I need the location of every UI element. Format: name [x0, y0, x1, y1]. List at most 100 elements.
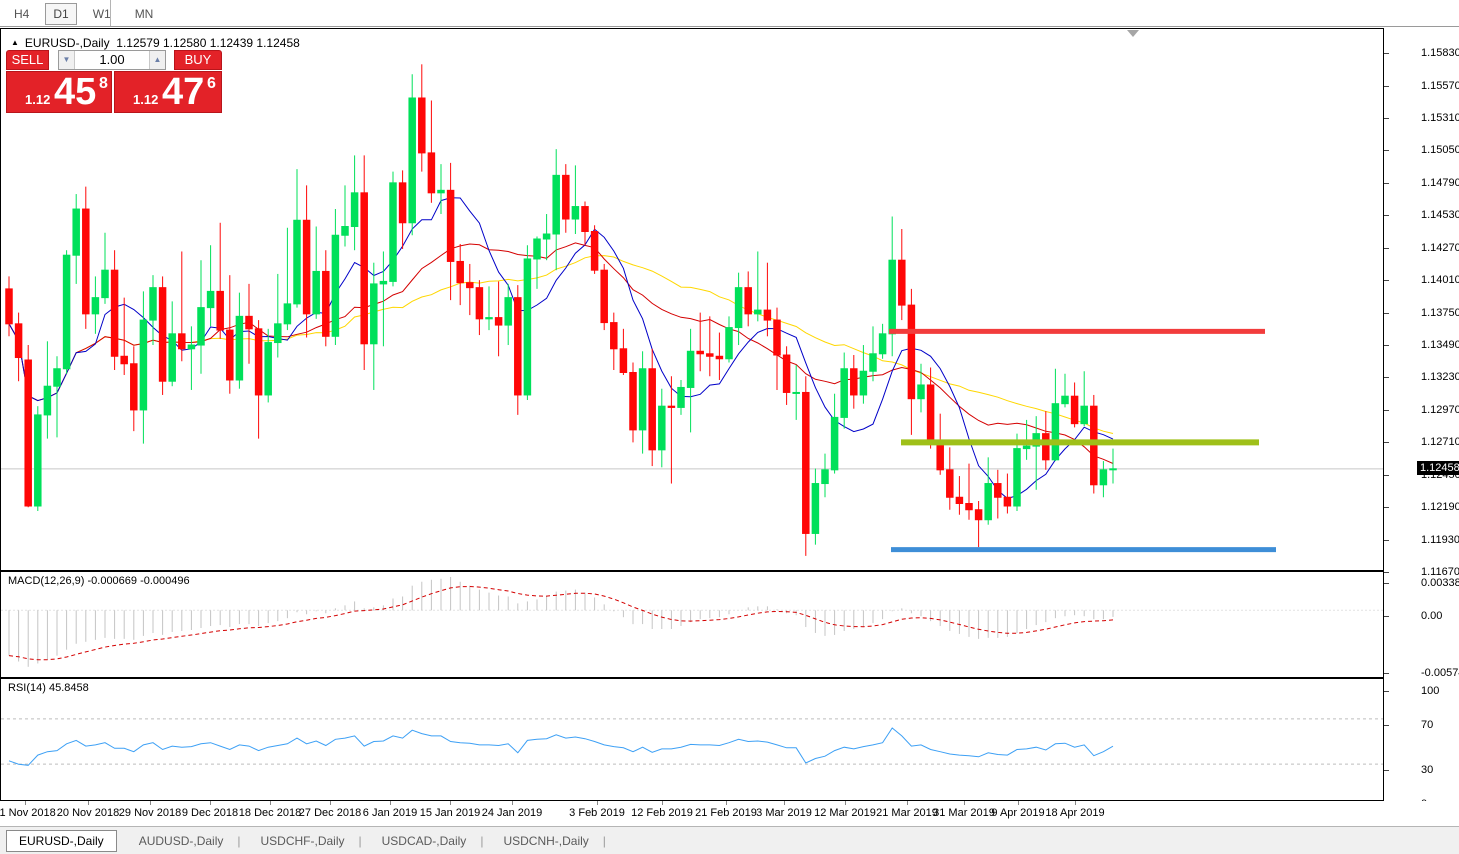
- price-axis-label: 1.14270: [1421, 242, 1459, 254]
- date-axis-tick: [88, 801, 89, 805]
- price-axis-label: 1.11930: [1421, 534, 1459, 546]
- date-axis-tick: [390, 801, 391, 805]
- rsi-indicator-pane[interactable]: RSI(14) 45.8458: [0, 679, 1383, 801]
- date-axis-tick: [597, 801, 598, 805]
- date-axis-label: 24 Jan 2019: [482, 807, 543, 819]
- price-axis-label: 1.13750: [1421, 307, 1459, 319]
- date-axis-label: 9 Apr 2019: [991, 807, 1044, 819]
- tab-divider: |: [480, 834, 483, 848]
- tab-divider: |: [359, 834, 362, 848]
- rsi-axis-tick: [1384, 691, 1389, 692]
- tab-audusd[interactable]: AUDUSD-,Daily: [127, 831, 236, 851]
- price-axis-tick: [1384, 183, 1389, 184]
- date-axis-tick: [330, 801, 331, 805]
- tab-usdchf[interactable]: USDCHF-,Daily: [249, 831, 357, 851]
- date-axis-label: 12 Mar 2019: [814, 807, 876, 819]
- timeframe-toolbar: H4 D1 W1 MN: [0, 0, 1459, 27]
- macd-indicator-pane[interactable]: MACD(12,26,9) -0.000669 -0.000496: [0, 572, 1383, 679]
- date-axis-tick: [450, 801, 451, 805]
- buy-price-prefix: 1.12: [133, 92, 158, 107]
- date-axis-tick: [784, 801, 785, 805]
- chart-shift-marker-icon[interactable]: [1127, 30, 1139, 37]
- price-axis-tick: [1384, 410, 1389, 411]
- price-axis-label: 1.13490: [1421, 339, 1459, 351]
- macd-label: MACD(12,26,9) -0.000669 -0.000496: [8, 575, 190, 587]
- date-axis-label: 11 Nov 2018: [0, 807, 56, 819]
- quote-header: ▲EURUSD-,Daily 1.12579 1.12580 1.12439 1…: [11, 36, 300, 50]
- date-axis-label: 3 Feb 2019: [569, 807, 625, 819]
- date-axis-label: 31 Mar 2019: [933, 807, 995, 819]
- date-axis-label: 15 Jan 2019: [420, 807, 481, 819]
- tab-usdcad[interactable]: USDCAD-,Daily: [370, 831, 479, 851]
- sell-price-big: 45: [54, 71, 96, 113]
- price-axis-label: 1.15050: [1421, 144, 1459, 156]
- tab-eurusd[interactable]: EURUSD-,Daily: [6, 830, 117, 852]
- rsi-axis-tick: [1384, 725, 1389, 726]
- rsi-chart: [1, 679, 1383, 800]
- date-axis-tick: [25, 801, 26, 805]
- date-axis-tick: [964, 801, 965, 805]
- macd-axis-tick: [1384, 616, 1389, 617]
- current-price-tag: 1.12458: [1417, 461, 1459, 475]
- rsi-axis-tick: [1384, 770, 1389, 771]
- volume-decrease-icon[interactable]: ▼: [59, 51, 75, 69]
- sell-price-button[interactable]: 1.12 45 8: [6, 71, 112, 113]
- price-axis-label: 1.14790: [1421, 177, 1459, 189]
- price-axis-tick: [1384, 215, 1389, 216]
- buy-button[interactable]: BUY: [174, 50, 222, 70]
- price-axis-tick: [1384, 345, 1389, 346]
- timeframe-button-mn[interactable]: MN: [127, 3, 162, 25]
- date-axis-tick: [662, 801, 663, 805]
- price-axis-tick: [1384, 313, 1389, 314]
- macd-axis-label: -0.00574: [1421, 667, 1459, 679]
- date-axis-tick: [1075, 801, 1076, 805]
- rsi-label: RSI(14) 45.8458: [8, 682, 89, 694]
- price-axis-tick: [1384, 118, 1389, 119]
- date-axis-label: 12 Feb 2019: [631, 807, 693, 819]
- collapse-panel-icon[interactable]: ▲: [11, 38, 19, 47]
- sell-button[interactable]: SELL: [6, 50, 49, 70]
- tab-divider: |: [603, 834, 606, 848]
- date-axis-label: 29 Nov 2018: [119, 807, 181, 819]
- tab-divider: |: [237, 834, 240, 848]
- date-axis-label: 21 Mar 2019: [876, 807, 938, 819]
- volume-increase-icon[interactable]: ▲: [149, 51, 165, 69]
- price-axis-tick: [1384, 377, 1389, 378]
- price-axis-tick: [1384, 475, 1389, 476]
- price-axis-label: 1.15570: [1421, 80, 1459, 92]
- date-axis-tick: [845, 801, 846, 805]
- main-chart-pane[interactable]: ▲EURUSD-,Daily 1.12579 1.12580 1.12439 1…: [0, 28, 1383, 572]
- date-axis-label: 9 Dec 2018: [182, 807, 238, 819]
- macd-axis-label: 0.003386: [1421, 577, 1459, 589]
- date-axis-label: 6 Jan 2019: [363, 807, 417, 819]
- timeframe-button-h4[interactable]: H4: [6, 3, 37, 25]
- date-axis[interactable]: 11 Nov 201820 Nov 201829 Nov 20189 Dec 2…: [0, 801, 1459, 827]
- price-axis-tick: [1384, 150, 1389, 151]
- price-axis-tick: [1384, 86, 1389, 87]
- price-axis-tick: [1384, 507, 1389, 508]
- timeframe-button-d1[interactable]: D1: [45, 3, 76, 25]
- tab-usdcnh[interactable]: USDCNH-,Daily: [491, 831, 600, 851]
- date-axis-label: 21 Feb 2019: [695, 807, 757, 819]
- volume-stepper: ▼ 1.00 ▲: [58, 50, 166, 70]
- date-axis-tick: [150, 801, 151, 805]
- chart-tabbar: EURUSD-,DailyAUDUSD-,Daily|USDCHF-,Daily…: [0, 827, 1459, 854]
- date-axis-tick: [210, 801, 211, 805]
- price-axis-label: 1.14010: [1421, 274, 1459, 286]
- date-axis-tick: [726, 801, 727, 805]
- volume-field[interactable]: 1.00: [79, 51, 145, 69]
- buy-price-button[interactable]: 1.12 47 6: [114, 71, 222, 113]
- date-axis-label: 3 Mar 2019: [756, 807, 812, 819]
- symbol-title: EURUSD-,Daily: [25, 36, 110, 50]
- sell-price-prefix: 1.12: [25, 92, 50, 107]
- date-axis-label: 18 Apr 2019: [1045, 807, 1104, 819]
- price-axis-label: 1.12710: [1421, 436, 1459, 448]
- trading-platform-window: H4D1W1MN ▲EURUSD-,Daily 1.12579 1.12580 …: [0, 0, 1459, 854]
- rsi-axis-label: 70: [1421, 719, 1433, 731]
- rsi-axis-label: 100: [1421, 685, 1439, 697]
- rsi-axis-label: 30: [1421, 764, 1433, 776]
- timeframe-button-w1[interactable]: W1: [85, 3, 119, 25]
- price-axis[interactable]: 1.158301.155701.153101.150501.147901.145…: [1383, 28, 1459, 801]
- one-click-trading-panel: SELL ▼ 1.00 ▲ BUY 1.12 45 8 1.12 47 6: [6, 50, 222, 113]
- date-axis-tick: [512, 801, 513, 805]
